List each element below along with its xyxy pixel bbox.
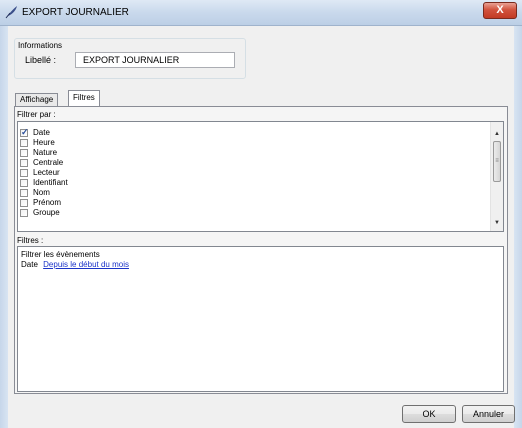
list-item-nom[interactable]: Nom [18,188,68,198]
libelle-label: Libellé : [25,55,57,65]
scrollbar-thumb[interactable]: ≡ [493,141,501,182]
cancel-button[interactable]: Annuler [462,405,515,423]
title-bar[interactable]: EXPORT JOURNALIER X [0,0,522,26]
vertical-scrollbar[interactable]: ▲ ≡ ▼ [490,122,503,231]
tab-filtres[interactable]: Filtres [68,90,100,107]
checkbox-date[interactable] [20,127,29,137]
checkbox-identifiant[interactable] [20,179,28,187]
window-frame-left [0,26,8,428]
list-item-centrale[interactable]: Centrale [18,158,68,168]
checkbox-groupe[interactable] [20,209,28,217]
list-item-date[interactable]: Date [18,127,68,138]
list-item-label: Lecteur [33,168,60,177]
list-item-lecteur[interactable]: Lecteur [18,168,68,178]
checkbox-lecteur[interactable] [20,169,28,177]
filter-date-link[interactable]: Depuis le début du mois [43,260,129,269]
filter-date-line: Date Depuis le début du mois [21,260,500,270]
feather-icon [4,5,18,19]
checkbox-heure[interactable] [20,139,28,147]
list-item-label: Centrale [33,158,64,167]
checkbox-nom[interactable] [20,189,28,197]
list-item-label: Nature [33,148,58,157]
scroll-up-arrow-icon[interactable]: ▲ [491,128,503,140]
checkbox-nature[interactable] [20,149,28,157]
informations-group-title: Informations [18,41,63,50]
list-item-label: Heure [33,138,55,147]
window-frame-right [514,26,522,428]
list-item-heure[interactable]: Heure [18,138,68,148]
filter-date-label: Date [21,260,38,269]
list-item-identifiant[interactable]: Identifiant [18,178,68,188]
checkbox-prenom[interactable] [20,199,28,207]
list-item-label: Nom [33,188,50,197]
list-item-label: Groupe [33,208,60,217]
tab-affichage[interactable]: Affichage [15,93,59,107]
window-title: EXPORT JOURNALIER [22,7,129,18]
list-item-label: Identifiant [33,178,68,187]
filter-field-list[interactable]: Date Heure Nature Centrale Lecteur Ident… [17,121,504,232]
ok-button[interactable]: OK [402,405,456,423]
filter-summary-heading: Filtrer les évènements [21,250,100,259]
scroll-down-arrow-icon[interactable]: ▼ [491,217,503,229]
filter-summary-box: Filtrer les évènements Date Depuis le dé… [17,246,504,392]
close-button[interactable]: X [483,2,517,19]
filtrer-par-label: Filtrer par : [17,110,56,119]
libelle-input[interactable]: EXPORT JOURNALIER [75,52,235,68]
list-item-prenom[interactable]: Prénom [18,198,68,208]
checkbox-centrale[interactable] [20,159,28,167]
list-item-groupe[interactable]: Groupe [18,208,68,218]
filtres-label: Filtres : [17,236,44,245]
list-item-label: Prénom [33,198,62,207]
list-item-label: Date [33,128,50,137]
list-item-nature[interactable]: Nature [18,148,68,158]
